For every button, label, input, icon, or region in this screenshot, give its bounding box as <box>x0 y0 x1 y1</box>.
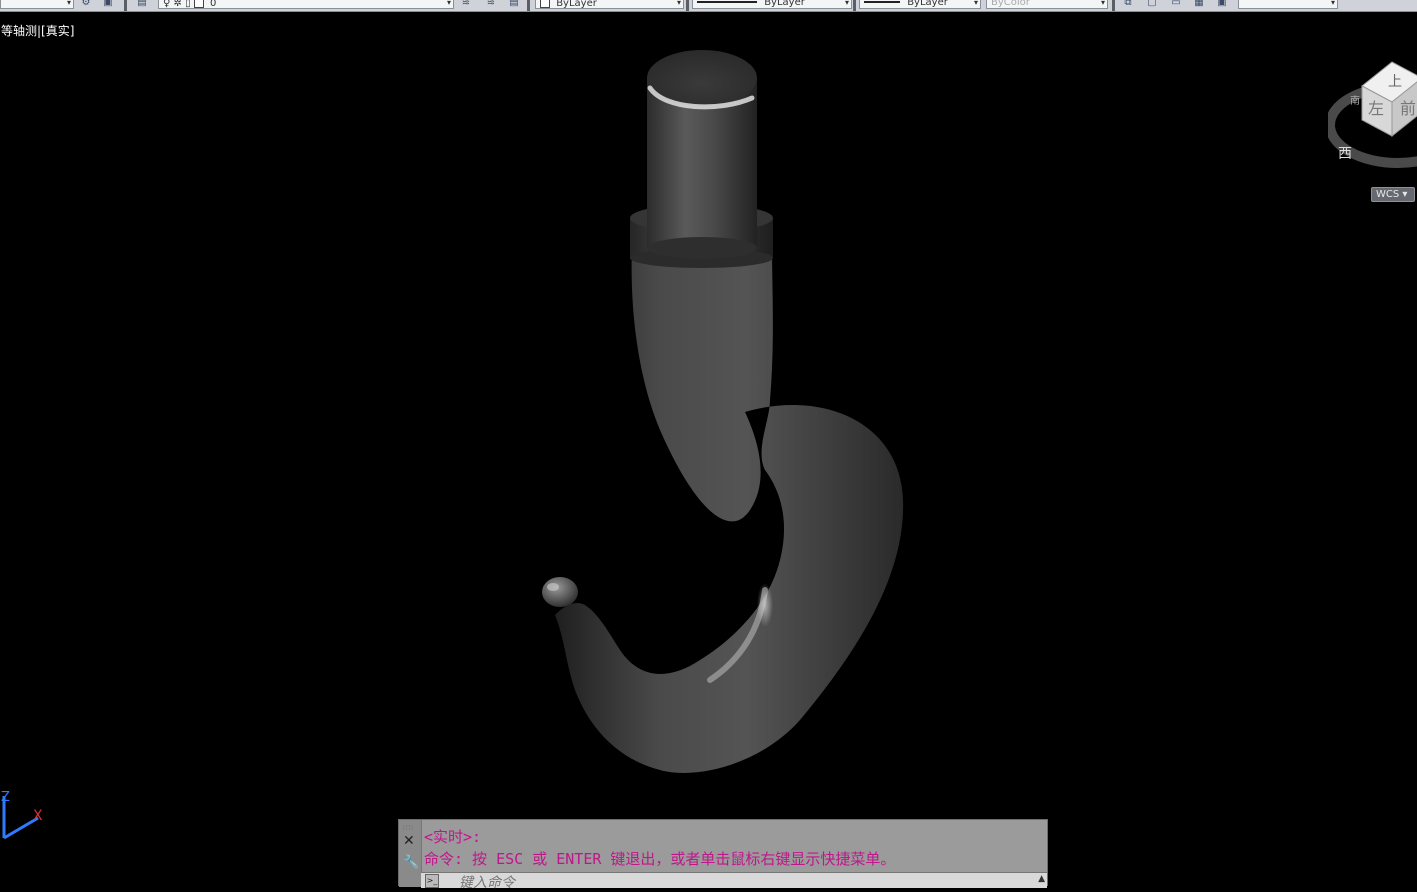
chevron-down-icon: ▾ <box>1402 189 1408 200</box>
toolbar-divider <box>1112 0 1115 11</box>
wcs-label: WCS <box>1376 189 1400 200</box>
viewcube[interactable]: 上 左 前 西 南 <box>1328 58 1417 208</box>
plotstyle-value: ByColor <box>991 0 1030 8</box>
workspace-dropdown[interactable]: ▾ <box>0 0 74 9</box>
viewcube-top-label: 上 <box>1388 74 1402 90</box>
toolbar-divider <box>527 0 530 11</box>
command-window-grip[interactable]: ∷∷ ✕ 🔧 <box>399 820 422 887</box>
layer-previous-icon[interactable]: ▤ <box>508 0 520 9</box>
command-history-line: <实时>: <box>424 828 482 846</box>
match-layer-icon[interactable]: ≋ <box>485 0 497 9</box>
view-icon[interactable]: ▣ <box>1216 0 1228 9</box>
toolbar: ▾ ⚙ ▣ ▤ ♀ ✲ ▯ 0 ▾ ≋ ≋ ▤ ByLayer ▾ ByLaye… <box>0 0 1417 12</box>
chevron-up-icon[interactable]: ▲ <box>1038 874 1045 884</box>
customize-icon[interactable]: ▣ <box>102 0 114 9</box>
plotstyle-dropdown: ByColor ▾ <box>986 0 1108 9</box>
layer-properties-icon[interactable]: ▤ <box>136 0 148 9</box>
lineweight-dropdown[interactable]: ByLayer ▾ <box>859 0 981 9</box>
command-placeholder: 键入命令 <box>459 875 515 891</box>
chevron-down-icon: ▾ <box>676 0 681 7</box>
viewport-label[interactable]: 等轴测|[真实] <box>1 22 74 39</box>
ucs-z-label: Z <box>1 790 10 805</box>
linetype-preview <box>697 1 757 3</box>
color-value: ByLayer <box>556 0 597 9</box>
layer-name: 0 <box>209 0 217 9</box>
viewcube-left-label: 左 <box>1368 99 1384 118</box>
lightbulb-icon: ♀ <box>163 0 171 9</box>
viewcube-front-label: 前 <box>1400 99 1416 118</box>
hook-tip <box>542 577 578 607</box>
hook-body <box>555 245 904 773</box>
chevron-down-icon: ▾ <box>66 0 71 7</box>
toolbar-divider <box>686 0 689 11</box>
compass-west-label[interactable]: 西 <box>1338 146 1352 162</box>
command-window: ∷∷ ✕ 🔧 <实时>: 命令: 按 ESC 或 ENTER 键退出，或者单击鼠… <box>398 819 1048 891</box>
wcs-menu-button[interactable]: WCS ▾ <box>1371 187 1415 202</box>
chevron-down-icon: ▾ <box>1330 0 1335 7</box>
hook-3d-model <box>542 50 904 773</box>
block-icon[interactable]: ▢ <box>1146 0 1158 9</box>
style-dropdown[interactable]: ▾ <box>1238 0 1338 9</box>
color-swatch <box>540 0 550 8</box>
linetype-dropdown[interactable]: ByLayer ▾ <box>692 0 852 9</box>
workspace-settings-icon[interactable]: ⚙ <box>80 0 92 9</box>
chevron-down-icon: ▾ <box>844 0 849 7</box>
command-history-line: 命令: 按 ESC 或 ENTER 键退出，或者单击鼠标右键显示快捷菜单。 <box>424 850 896 868</box>
customize-wrench-icon[interactable]: 🔧 <box>403 856 419 869</box>
compass-south-label[interactable]: 南 <box>1350 94 1360 107</box>
sun-icon: ✲ <box>173 0 182 9</box>
ucs-icon: Z X <box>1 790 43 840</box>
insert-icon[interactable]: ▭ <box>1170 0 1182 9</box>
color-dropdown[interactable]: ByLayer ▾ <box>535 0 684 9</box>
chevron-down-icon: ▾ <box>973 0 978 7</box>
close-icon[interactable]: ✕ <box>403 834 415 848</box>
toolbar-divider <box>853 0 856 11</box>
layer-color-swatch <box>193 0 204 8</box>
table-icon[interactable]: ▦ <box>1193 0 1205 9</box>
make-current-layer-icon[interactable]: ≋ <box>460 0 472 9</box>
copy-icon[interactable]: ⧉ <box>1122 0 1134 9</box>
lineweight-preview <box>864 1 900 3</box>
layer-dropdown[interactable]: ♀ ✲ ▯ 0 ▾ <box>158 0 454 9</box>
chevron-down-icon: ▾ <box>446 0 451 7</box>
lock-icon: ▯ <box>185 0 191 9</box>
chevron-down-icon: ▾ <box>1100 0 1105 7</box>
lineweight-value: ByLayer <box>907 0 948 8</box>
ucs-x-label: X <box>33 808 43 824</box>
linetype-value: ByLayer <box>764 0 805 8</box>
toolbar-divider <box>124 0 127 11</box>
grip-dots-icon: ∷∷ <box>403 824 414 832</box>
